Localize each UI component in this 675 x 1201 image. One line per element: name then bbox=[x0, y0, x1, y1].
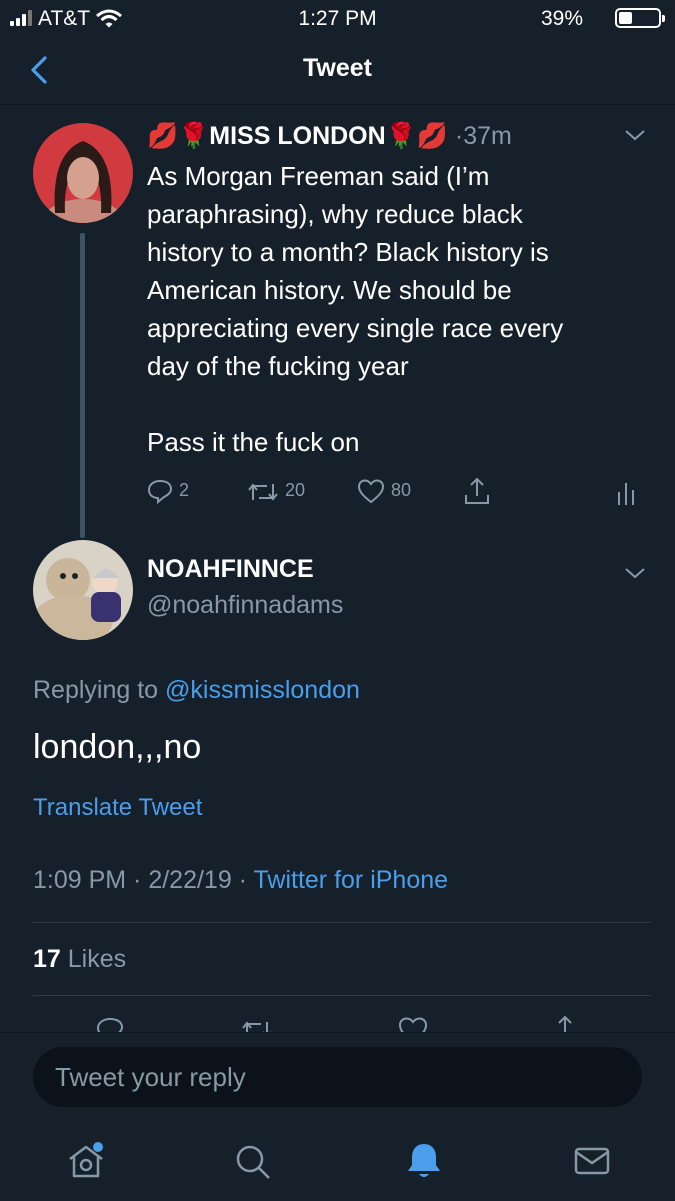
reply-composer-bar: Tweet your reply bbox=[0, 1032, 675, 1201]
like-icon[interactable] bbox=[398, 1016, 428, 1032]
reply-count: 2 bbox=[179, 480, 190, 500]
header: Tweet bbox=[0, 40, 675, 105]
main-tweet-actions bbox=[0, 1010, 675, 1032]
rose-emoji-icon: 🌹 bbox=[385, 122, 417, 150]
tweet-time-ago: ·37m bbox=[454, 122, 512, 150]
like-icon[interactable] bbox=[357, 478, 385, 504]
divider bbox=[33, 922, 651, 923]
divider bbox=[33, 995, 651, 996]
battery-icon bbox=[615, 8, 665, 28]
parent-tweet-header: 💋🌹MISS LONDON🌹💋 ·37m bbox=[147, 118, 512, 154]
translate-tweet-link[interactable]: Translate Tweet bbox=[33, 794, 202, 822]
tweet-source-link[interactable]: Twitter for iPhone bbox=[254, 866, 449, 894]
analytics-icon[interactable] bbox=[617, 480, 635, 506]
chevron-down-icon[interactable] bbox=[624, 566, 646, 580]
user-handle[interactable]: @noahfinnadams bbox=[147, 591, 343, 620]
lips-emoji-icon: 💋 bbox=[416, 122, 448, 150]
retweet-icon[interactable] bbox=[240, 1018, 274, 1032]
status-bar: AT&T 1:27 PM 39% bbox=[0, 0, 675, 40]
share-icon[interactable] bbox=[463, 476, 491, 506]
notifications-bell-icon[interactable] bbox=[405, 1141, 443, 1181]
retweet-count: 20 bbox=[285, 480, 306, 500]
battery-percent: 39% bbox=[540, 7, 583, 30]
messages-envelope-icon[interactable] bbox=[574, 1145, 610, 1177]
main-tweet-text: london,,,no bbox=[33, 728, 202, 766]
home-icon[interactable] bbox=[66, 1141, 106, 1181]
page-title: Tweet bbox=[303, 54, 372, 82]
reply-icon[interactable] bbox=[147, 478, 173, 504]
parent-tweet-actions: 2 20 80 bbox=[147, 474, 647, 510]
avatar-noahfinnce[interactable] bbox=[33, 540, 133, 640]
likes-summary[interactable]: 17 Likes bbox=[33, 945, 126, 974]
replying-to: Replying to @kissmisslondon bbox=[33, 676, 360, 704]
parent-tweet-text: As Morgan Freeman said (I’m paraphrasing… bbox=[147, 161, 564, 457]
replying-to-link[interactable]: @kissmisslondon bbox=[165, 676, 360, 704]
display-name[interactable]: 💋🌹MISS LONDON🌹💋 bbox=[147, 122, 455, 150]
rose-emoji-icon: 🌹 bbox=[178, 122, 210, 150]
tweet-timestamp: 1:09 PM · 2/22/19 · Twitter for iPhone bbox=[33, 866, 449, 894]
search-icon[interactable] bbox=[234, 1143, 272, 1181]
avatar-miss-london[interactable] bbox=[33, 123, 133, 223]
share-icon[interactable] bbox=[551, 1014, 579, 1032]
display-name[interactable]: NOAHFINNCE bbox=[147, 555, 314, 584]
like-count: 80 bbox=[391, 480, 412, 500]
lips-emoji-icon: 💋 bbox=[147, 122, 179, 150]
thread-line bbox=[80, 233, 85, 538]
reply-icon[interactable] bbox=[96, 1016, 124, 1032]
chevron-down-icon[interactable] bbox=[624, 128, 646, 142]
retweet-icon[interactable] bbox=[247, 480, 279, 504]
reply-input[interactable]: Tweet your reply bbox=[33, 1047, 642, 1107]
